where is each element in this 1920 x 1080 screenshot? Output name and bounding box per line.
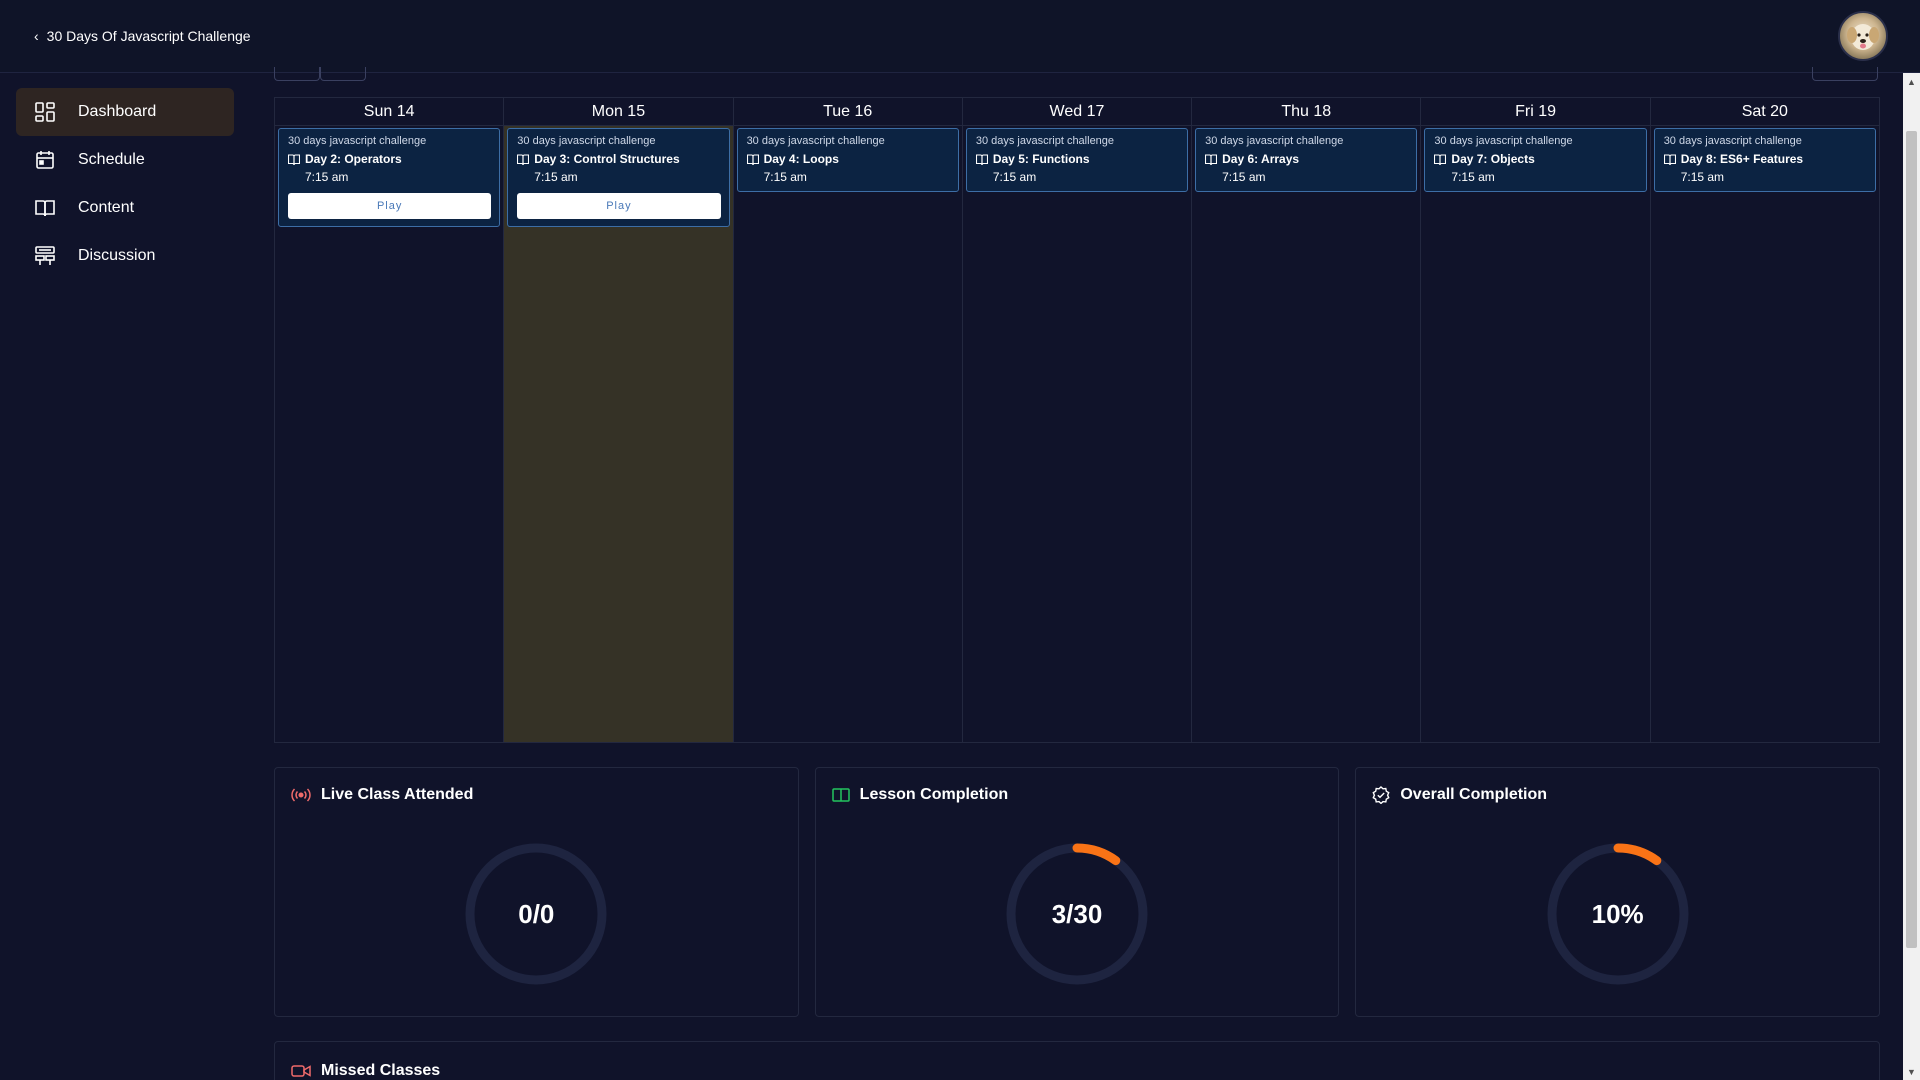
book-icon xyxy=(34,197,56,219)
event-time: 7:15 am xyxy=(305,170,349,184)
progress-ring: 3/30 xyxy=(1003,840,1151,988)
event-course: 30 days javascript challenge xyxy=(288,135,427,147)
event-title: Day 4: Loops xyxy=(763,152,839,166)
event-title: Day 6: Arrays xyxy=(1222,152,1300,166)
day-header: Wed 17 xyxy=(962,98,1192,126)
play-button[interactable]: Play xyxy=(288,193,492,219)
progress-ring: 0/0 xyxy=(462,840,610,988)
day-header: Sun 14 xyxy=(275,98,504,126)
book-icon xyxy=(746,153,759,165)
event-title: Day 3: Control Structures xyxy=(534,152,680,166)
event-course: 30 days javascript challenge xyxy=(746,135,885,147)
calendar-event[interactable]: 30 days javascript challenge Day 5: Func… xyxy=(965,128,1189,192)
progress-ring: 10% xyxy=(1544,840,1692,988)
live-class-card: Live Class Attended 0/0 xyxy=(274,767,799,1017)
week-calendar: Sun 14 30 days javascript challenge Day … xyxy=(274,97,1880,743)
event-title: Day 7: Objects xyxy=(1451,152,1535,166)
day-header: Thu 18 xyxy=(1192,98,1421,126)
ring-value: 10% xyxy=(1591,898,1644,929)
card-title: Missed Classes xyxy=(321,1062,441,1079)
event-title: Day 8: ES6+ Features xyxy=(1680,152,1804,166)
scrollbar-thumb[interactable] xyxy=(1906,131,1917,948)
sidebar-item-dashboard[interactable]: Dashboard xyxy=(16,88,234,136)
chevron-left-icon: ‹ xyxy=(34,28,39,44)
event-time: 7:15 am xyxy=(1451,170,1495,184)
book-icon xyxy=(1205,153,1218,165)
scroll-up-icon[interactable]: ▲ xyxy=(1903,73,1920,90)
sidebar-item-label: Discussion xyxy=(78,247,156,264)
day-column: Sun 14 30 days javascript challenge Day … xyxy=(275,98,505,742)
event-time: 7:15 am xyxy=(534,170,578,184)
book-icon xyxy=(288,153,300,165)
event-title: Day 2: Operators xyxy=(305,152,402,166)
book-icon xyxy=(517,153,530,165)
day-column: Wed 17 30 days javascript challenge Day … xyxy=(962,98,1193,742)
lesson-completion-card: Lesson Completion 3/30 xyxy=(814,767,1340,1017)
today-button[interactable] xyxy=(1812,67,1878,81)
stats-row: Live Class Attended 0/0 Lesson Completio… xyxy=(274,767,1881,1017)
avatar-image xyxy=(1847,24,1879,50)
back-link[interactable]: ‹ 30 Days Of Javascript Challenge xyxy=(34,28,251,44)
day-header: Fri 19 xyxy=(1421,98,1650,126)
card-title: Overall Completion xyxy=(1400,786,1548,803)
calendar-event[interactable]: 30 days javascript challenge Day 6: Arra… xyxy=(1195,128,1418,192)
event-course: 30 days javascript challenge xyxy=(975,135,1115,147)
page-scrollbar[interactable]: ▲ ▼ xyxy=(1903,73,1920,1080)
day-column: Thu 18 30 days javascript challenge Day … xyxy=(1192,98,1422,742)
sidebar-item-label: Schedule xyxy=(78,151,145,168)
book-icon xyxy=(975,153,988,165)
calendar-event[interactable]: 30 days javascript challenge Day 3: Cont… xyxy=(507,128,730,227)
day-column: Sat 20 30 days javascript challenge Day … xyxy=(1650,98,1879,742)
calendar-event[interactable]: 30 days javascript challenge Day 8: ES6+… xyxy=(1653,128,1876,192)
calendar-event[interactable]: 30 days javascript challenge Day 2: Oper… xyxy=(278,128,501,227)
event-time: 7:15 am xyxy=(1222,170,1266,184)
discussion-icon xyxy=(34,245,56,267)
event-title: Day 5: Functions xyxy=(992,152,1090,166)
course-title: 30 Days Of Javascript Challenge xyxy=(46,28,251,44)
event-course: 30 days javascript challenge xyxy=(1663,135,1802,147)
calendar-icon xyxy=(34,149,56,171)
card-title: Lesson Completion xyxy=(859,786,1009,803)
check-badge-icon xyxy=(1372,786,1390,804)
sidebar-item-label: Dashboard xyxy=(78,103,157,120)
day-column: Tue 16 30 days javascript challenge Day … xyxy=(733,98,963,742)
event-time: 7:15 am xyxy=(992,170,1037,184)
calendar-event[interactable]: 30 days javascript challenge Day 4: Loop… xyxy=(736,128,959,192)
ring-value: 0/0 xyxy=(518,898,555,929)
sidebar: Dashboard Schedule Content Discussion xyxy=(16,88,234,280)
sidebar-item-discussion[interactable]: Discussion xyxy=(16,232,234,280)
sidebar-item-label: Content xyxy=(78,199,135,216)
user-avatar[interactable] xyxy=(1838,11,1888,61)
app-root: ‹ 30 Days Of Javascript Challenge Dashbo… xyxy=(0,0,1920,1080)
card-title: Live Class Attended xyxy=(321,786,474,803)
day-header: Mon 15 xyxy=(504,98,733,126)
prev-week-button[interactable] xyxy=(274,67,320,81)
book-open-icon xyxy=(831,788,850,802)
overall-completion-card: Overall Completion 10% xyxy=(1355,767,1881,1017)
day-column: Fri 19 30 days javascript challenge Day … xyxy=(1421,98,1651,742)
day-header: Tue 16 xyxy=(733,98,962,126)
sidebar-item-content[interactable]: Content xyxy=(16,184,234,232)
day-column-today: Mon 15 30 days javascript challenge Day … xyxy=(504,98,734,742)
event-course: 30 days javascript challenge xyxy=(517,135,656,147)
sidebar-item-schedule[interactable]: Schedule xyxy=(16,136,234,184)
play-button[interactable]: Play xyxy=(517,193,721,219)
book-icon xyxy=(1434,153,1447,165)
event-time: 7:15 am xyxy=(1680,170,1725,184)
scroll-down-icon[interactable]: ▼ xyxy=(1903,1063,1920,1080)
missed-classes-card: Missed Classes xyxy=(274,1041,1880,1080)
day-header: Sat 20 xyxy=(1650,98,1879,126)
event-course: 30 days javascript challenge xyxy=(1205,135,1344,147)
next-week-button[interactable] xyxy=(320,67,366,81)
ring-value: 3/30 xyxy=(1051,898,1103,929)
calendar-event[interactable]: 30 days javascript challenge Day 7: Obje… xyxy=(1424,128,1647,192)
book-icon xyxy=(1663,153,1676,165)
dashboard-icon xyxy=(34,101,56,123)
video-icon xyxy=(291,1065,311,1077)
top-bar: ‹ 30 Days Of Javascript Challenge xyxy=(0,0,1920,73)
event-course: 30 days javascript challenge xyxy=(1434,135,1573,147)
broadcast-icon xyxy=(291,788,311,802)
event-time: 7:15 am xyxy=(763,170,807,184)
